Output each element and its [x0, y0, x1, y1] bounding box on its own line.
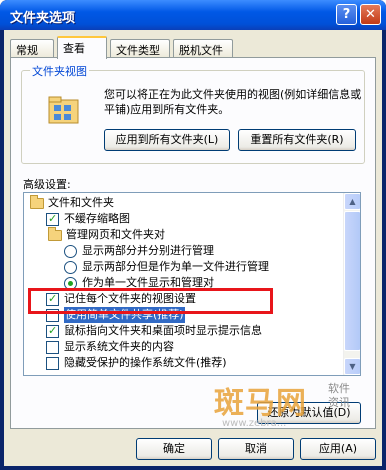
list-item-label: 显示系统文件夹的内容: [64, 340, 174, 353]
folder-view-icon: [48, 96, 79, 124]
watermark-logo: 斑马网: [214, 386, 307, 421]
scroll-up-arrow-icon[interactable]: ▲: [344, 193, 360, 210]
tab-general[interactable]: 常规: [10, 39, 54, 58]
watermark-url: www.zebra...: [222, 418, 287, 429]
watermark-tag-bottom: 资讯: [328, 396, 350, 409]
advanced-settings-label: 高级设置:: [23, 178, 71, 191]
folder-views-group: 文件夹视图 您可以将正在为此文件夹使用的视图(例如详细信息或平铺)应用到所有文件…: [21, 63, 365, 164]
folder-options-window: 文件夹选项 ? ✕ 常规 查看 文件类型 脱机文件 文件夹视图 您可以将正在为此…: [0, 0, 386, 470]
list-item-label: 鼠标指向文件夹和桌面项时显示提示信息: [64, 324, 262, 337]
advanced-settings-list[interactable]: 文件和文件夹 不缓存缩略图 管理网页和文件夹对 显示两部分并分别进行管理 显示两…: [23, 192, 361, 376]
view-tab-panel: 文件夹视图 您可以将正在为此文件夹使用的视图(例如详细信息或平铺)应用到所有文件…: [10, 57, 376, 429]
apply-button[interactable]: 应用(A): [300, 438, 376, 460]
radio-button[interactable]: [64, 245, 77, 258]
apply-to-all-folders-button[interactable]: 应用到所有文件夹(L): [104, 129, 230, 151]
folder-views-description: 您可以将正在为此文件夹使用的视图(例如详细信息或平铺)应用到所有文件夹。: [104, 88, 362, 116]
list-item-label: 文件和文件夹: [48, 196, 114, 209]
list-item-label: 隐藏受保护的操作系统文件(推荐): [64, 356, 227, 369]
folder-views-title: 文件夹视图: [30, 63, 89, 79]
help-button[interactable]: ?: [336, 4, 357, 25]
list-item-label: 显示两部分并分别进行管理: [82, 244, 214, 257]
radio-button[interactable]: [64, 261, 77, 274]
checkbox[interactable]: [46, 341, 59, 354]
folder-icon: [48, 227, 62, 241]
tab-view[interactable]: 查看: [57, 36, 107, 59]
list-item-label: 不缓存缩略图: [64, 212, 130, 225]
checkbox[interactable]: [46, 323, 59, 339]
folder-icon: [30, 195, 44, 209]
list-item-label: 显示两部分但是作为单一文件进行管理: [82, 260, 269, 273]
tab-offline-files[interactable]: 脱机文件: [173, 39, 233, 58]
watermark-tag-top: 软件: [328, 382, 350, 395]
tab-file-types[interactable]: 文件类型: [110, 39, 170, 58]
window-title: 文件夹选项: [10, 11, 76, 26]
list-item-label: 管理网页和文件夹对: [66, 228, 165, 241]
title-bar[interactable]: 文件夹选项 ? ✕: [0, 0, 386, 30]
ok-button[interactable]: 确定: [136, 438, 212, 460]
vertical-scrollbar[interactable]: ▲ ▼: [343, 193, 360, 375]
checkbox[interactable]: [46, 211, 59, 227]
cancel-button[interactable]: 取消: [218, 438, 294, 460]
close-button[interactable]: ✕: [360, 4, 381, 25]
scroll-thumb[interactable]: [344, 211, 360, 351]
annotation-highlight-box: [28, 288, 273, 314]
scroll-down-arrow-icon[interactable]: ▼: [344, 358, 360, 375]
reset-all-folders-button[interactable]: 重置所有文件夹(R): [238, 129, 356, 151]
watermark: 斑马网 软件 资讯 www.zebra...: [214, 378, 354, 432]
checkbox[interactable]: [46, 357, 59, 370]
